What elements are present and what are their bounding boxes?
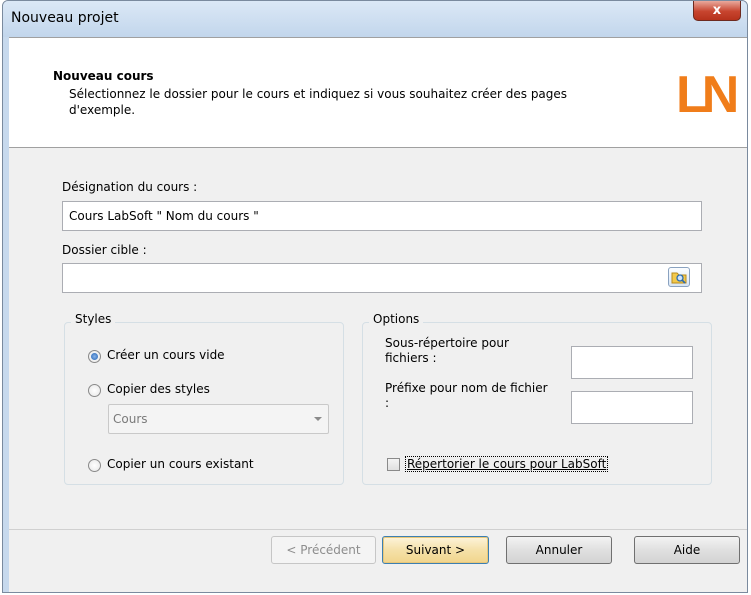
course-name-input[interactable]: Cours LabSoft " Nom du cours ": [62, 201, 702, 231]
window-title: Nouveau projet: [11, 10, 119, 26]
dialog-window: Nouveau projet x Nouveau cours Sélection…: [2, 0, 748, 593]
header-title: Nouveau cours: [53, 69, 154, 83]
course-name-label: Désignation du cours :: [62, 180, 198, 194]
radio-empty-course-label[interactable]: Créer un cours vide: [107, 348, 225, 362]
cancel-button[interactable]: Annuler: [506, 536, 612, 564]
help-button[interactable]: Aide: [634, 536, 740, 564]
radio-empty-course[interactable]: [88, 350, 101, 363]
ln-logo: LN: [676, 66, 739, 124]
wizard-header: Nouveau cours Sélectionnez le dossier po…: [9, 38, 747, 148]
footer-separator: [9, 529, 747, 530]
folder-browse-icon: [671, 272, 687, 284]
radio-copy-styles[interactable]: [88, 384, 101, 397]
styles-combo[interactable]: Cours: [108, 404, 329, 434]
register-checkbox[interactable]: [387, 458, 400, 471]
close-icon: x: [712, 3, 722, 18]
close-button[interactable]: x: [693, 1, 741, 21]
subdir-input[interactable]: [571, 346, 693, 379]
chevron-down-icon: [314, 417, 322, 421]
radio-copy-existing-label[interactable]: Copier un cours existant: [107, 457, 254, 471]
radio-copy-styles-label[interactable]: Copier des styles: [107, 382, 210, 396]
styles-combo-value: Cours: [113, 412, 148, 426]
back-button[interactable]: < Précédent: [271, 536, 376, 564]
prefix-label: Préfixe pour nom de fichier :: [385, 381, 548, 410]
prefix-input[interactable]: [571, 391, 693, 424]
browse-folder-button[interactable]: [668, 267, 690, 287]
next-button[interactable]: Suivant >: [382, 536, 489, 564]
dialog-client-area: Nouveau cours Sélectionnez le dossier po…: [9, 37, 747, 592]
options-group-title: Options: [369, 312, 424, 326]
radio-copy-existing[interactable]: [88, 459, 101, 472]
title-bar[interactable]: Nouveau projet x: [3, 1, 747, 37]
subdir-label: Sous-répertoire pour fichiers :: [385, 336, 509, 365]
target-folder-input[interactable]: [62, 263, 702, 293]
header-description: Sélectionnez le dossier pour le cours et…: [69, 87, 568, 117]
styles-group-title: Styles: [71, 312, 116, 326]
target-folder-label: Dossier cible :: [62, 243, 147, 257]
register-checkbox-label[interactable]: Répertorier le cours pour LabSoft: [405, 456, 609, 472]
